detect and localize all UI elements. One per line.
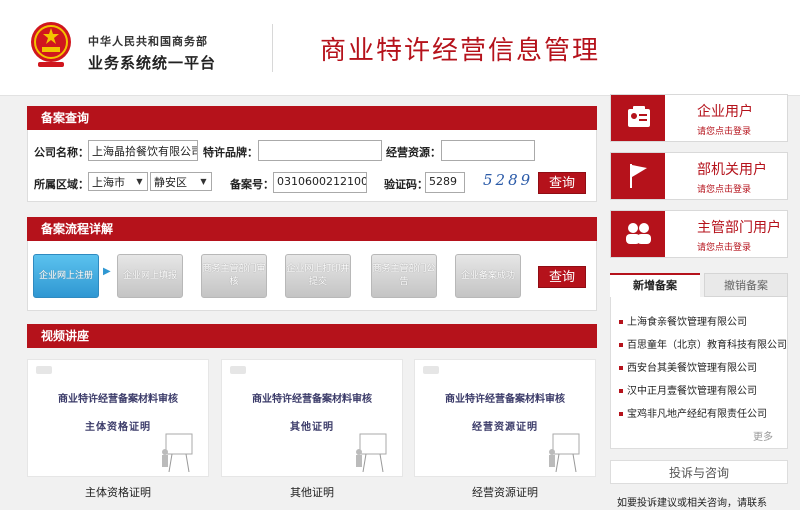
page-header: 中华人民共和国商务部 业务系统统一平台 商业特许经营信息管理 bbox=[0, 0, 800, 96]
users-icon bbox=[611, 211, 665, 257]
arrow-right-icon: ▶ bbox=[103, 266, 111, 277]
resource-input[interactable] bbox=[441, 140, 535, 161]
user-box-label: 部机关用户 bbox=[697, 162, 767, 178]
step-print-submit[interactable]: 企业网上打印并提交 bbox=[285, 254, 351, 298]
search-section-title: 备案查询 bbox=[27, 106, 597, 130]
district-select[interactable]: 静安区 ▼ bbox=[150, 172, 212, 191]
city-select[interactable]: 上海市 ▼ bbox=[88, 172, 148, 191]
search-query-button[interactable]: 查询 bbox=[538, 172, 586, 194]
code-label: 验证码： bbox=[384, 178, 428, 191]
video-logo-icon bbox=[423, 366, 439, 374]
record-no-label: 备案号： bbox=[230, 178, 274, 191]
video-card-subtitle: 其他证明 bbox=[290, 422, 334, 433]
tab-new-records[interactable]: 新增备案 bbox=[610, 273, 700, 297]
record-tabs: 新增备案 撤销备案 bbox=[610, 273, 788, 297]
resource-label: 经营资源： bbox=[386, 146, 441, 159]
video-section-title: 视频讲座 bbox=[27, 324, 597, 348]
video-card-caption[interactable]: 其他证明 bbox=[221, 484, 403, 500]
record-list: 上海食亲餐饮管理有限公司 百思童年（北京）教育科技有限公司 西安台其美餐饮管理有… bbox=[610, 297, 788, 449]
enterprise-user-login[interactable]: 企业用户 请您点击登录 bbox=[610, 94, 788, 142]
video-card-title: 商业特许经营备案材料审核 bbox=[252, 394, 372, 405]
video-logo-icon bbox=[230, 366, 246, 374]
region-label: 所属区域： bbox=[34, 178, 89, 191]
code-input[interactable]: 5289 bbox=[425, 172, 465, 193]
company-name-input[interactable]: 上海晶拾餐饮有限公司 bbox=[88, 140, 198, 161]
company-name-label: 公司名称： bbox=[34, 146, 89, 159]
page-title: 商业特许经营信息管理 bbox=[320, 36, 601, 66]
step-fill-online[interactable]: 企业网上填报 bbox=[117, 254, 183, 298]
process-query-button[interactable]: 查询 bbox=[538, 266, 586, 288]
presenter-board-icon bbox=[162, 433, 193, 472]
city-select-value: 上海市 bbox=[92, 176, 125, 189]
complaint-title: 投诉与咨询 bbox=[610, 460, 788, 484]
video-card[interactable]: 商业特许经营备案材料审核 主体资格证明 bbox=[27, 359, 209, 477]
tab-revoked-records[interactable]: 撤销备案 bbox=[704, 273, 788, 297]
department-user-login[interactable]: 主管部门用户 请您点击登录 bbox=[610, 210, 788, 258]
video-card-caption[interactable]: 主体资格证明 bbox=[27, 484, 209, 500]
user-box-hint[interactable]: 请您点击登录 bbox=[697, 182, 751, 195]
list-item[interactable]: 上海食亲餐饮管理有限公司 bbox=[619, 313, 787, 328]
video-card-caption[interactable]: 经营资源证明 bbox=[414, 484, 596, 500]
list-item[interactable]: 宝鸡非凡地产经纪有限责任公司 bbox=[619, 405, 787, 420]
video-card-title: 商业特许经营备案材料审核 bbox=[445, 394, 565, 405]
ministry-user-login[interactable]: 部机关用户 请您点击登录 bbox=[610, 152, 788, 200]
list-item[interactable]: 西安台其美餐饮管理有限公司 bbox=[619, 359, 787, 374]
complaint-text: 如要投诉建议或相关咨询，请联系 bbox=[617, 498, 767, 509]
brand-label: 特许品牌： bbox=[203, 146, 258, 159]
video-card[interactable]: 商业特许经营备案材料审核 其他证明 bbox=[221, 359, 403, 477]
user-box-hint[interactable]: 请您点击登录 bbox=[697, 240, 751, 253]
step-dept-review[interactable]: 商务主管部门审核 bbox=[201, 254, 267, 298]
user-box-label: 主管部门用户 bbox=[697, 220, 781, 236]
user-box-hint[interactable]: 请您点击登录 bbox=[697, 124, 751, 137]
national-emblem-icon bbox=[31, 22, 71, 67]
presenter-board-icon bbox=[356, 433, 387, 472]
brand-input[interactable] bbox=[258, 140, 382, 161]
platform-name: 业务系统统一平台 bbox=[88, 54, 217, 72]
step-success[interactable]: 企业备案成功 bbox=[455, 254, 521, 298]
video-logo-icon bbox=[36, 366, 52, 374]
flag-icon bbox=[611, 153, 665, 199]
id-card-icon bbox=[611, 95, 665, 141]
record-no-input[interactable]: 031060021210003 bbox=[273, 172, 367, 193]
step-dept-announce[interactable]: 商务主管部门公告 bbox=[371, 254, 437, 298]
step-register[interactable]: 企业网上注册 bbox=[33, 254, 99, 298]
presenter-board-icon bbox=[549, 433, 580, 472]
video-card-subtitle: 主体资格证明 bbox=[85, 422, 151, 433]
more-link[interactable]: 更多 bbox=[753, 428, 773, 443]
chevron-down-icon: ▼ bbox=[136, 177, 143, 186]
header-divider bbox=[272, 24, 273, 72]
video-card-subtitle: 经营资源证明 bbox=[472, 422, 538, 433]
video-card-title: 商业特许经营备案材料审核 bbox=[58, 394, 178, 405]
process-section-title: 备案流程详解 bbox=[27, 217, 597, 241]
list-item[interactable]: 汉中正月壹餐饮管理有限公司 bbox=[619, 382, 787, 397]
chevron-down-icon: ▼ bbox=[200, 177, 207, 186]
list-item[interactable]: 百思童年（北京）教育科技有限公司 bbox=[619, 336, 787, 351]
video-card[interactable]: 商业特许经营备案材料审核 经营资源证明 bbox=[414, 359, 596, 477]
district-select-value: 静安区 bbox=[154, 176, 187, 189]
org-name: 中华人民共和国商务部 bbox=[88, 35, 208, 48]
user-box-label: 企业用户 bbox=[697, 104, 753, 120]
captcha-image[interactable]: 5289 bbox=[483, 171, 530, 191]
